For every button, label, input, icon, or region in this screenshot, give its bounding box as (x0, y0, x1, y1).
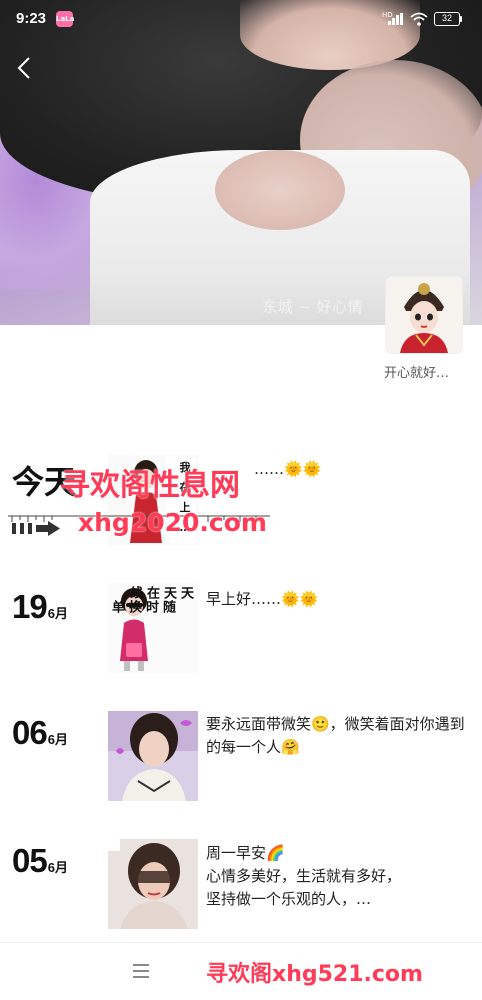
battery-icon: 32 (434, 12, 460, 26)
post-thumb-photo (108, 711, 198, 801)
menu-icon[interactable] (133, 964, 149, 978)
post-day: 06 (12, 714, 48, 751)
profile-name: 开心就好… (384, 366, 450, 381)
status-time: 9:23 (16, 10, 47, 27)
post-month: 6月 (47, 606, 68, 621)
thumb-text-col: 天天在线 (127, 586, 193, 599)
avatar-illustration (386, 277, 462, 353)
watermark-bottom-text: 寻欢阁xhg521.com (206, 962, 423, 987)
today-post-text[interactable]: ……🌞🌞 (254, 458, 454, 481)
watermark-top-url: xhg2020.com (78, 508, 267, 537)
post-date: 066月 (12, 714, 68, 752)
wifi-icon (410, 12, 428, 26)
post-text[interactable]: 要永远面带微笑🙂，微笑着面对你遇到的每一个人🤗 (206, 713, 468, 759)
post-day: 05 (12, 842, 48, 879)
post-month: 6月 (47, 732, 68, 747)
post-date: 056月 (12, 842, 68, 880)
post-day: 19 (12, 588, 48, 625)
app-badge-icon: LaLa (56, 11, 74, 27)
post-month: 6月 (47, 860, 68, 875)
post-text[interactable]: 周一早安🌈 心情多美好，生活就有多好， 坚持做一个乐观的人，… (206, 842, 468, 911)
cover-caption: 东城 ~ 好心情 (262, 298, 364, 316)
post-thumb[interactable] (108, 839, 198, 929)
battery-tip (460, 16, 462, 22)
cover-hand (215, 150, 345, 230)
post-date: 196月 (12, 588, 68, 626)
signal-icon (388, 13, 404, 25)
thumb-text-col: 随时换单 (109, 600, 175, 613)
status-bar: 9:23 LaLa HD 32 (0, 0, 482, 38)
post-thumb-photo (108, 839, 198, 929)
back-arrow-icon[interactable] (12, 54, 38, 82)
profile-avatar[interactable] (386, 277, 462, 353)
watermark-top-text: 寻欢阁性息网 (60, 468, 240, 503)
post-text[interactable]: 早上好……🌞🌞 (206, 588, 468, 611)
post-thumb[interactable] (108, 711, 198, 801)
